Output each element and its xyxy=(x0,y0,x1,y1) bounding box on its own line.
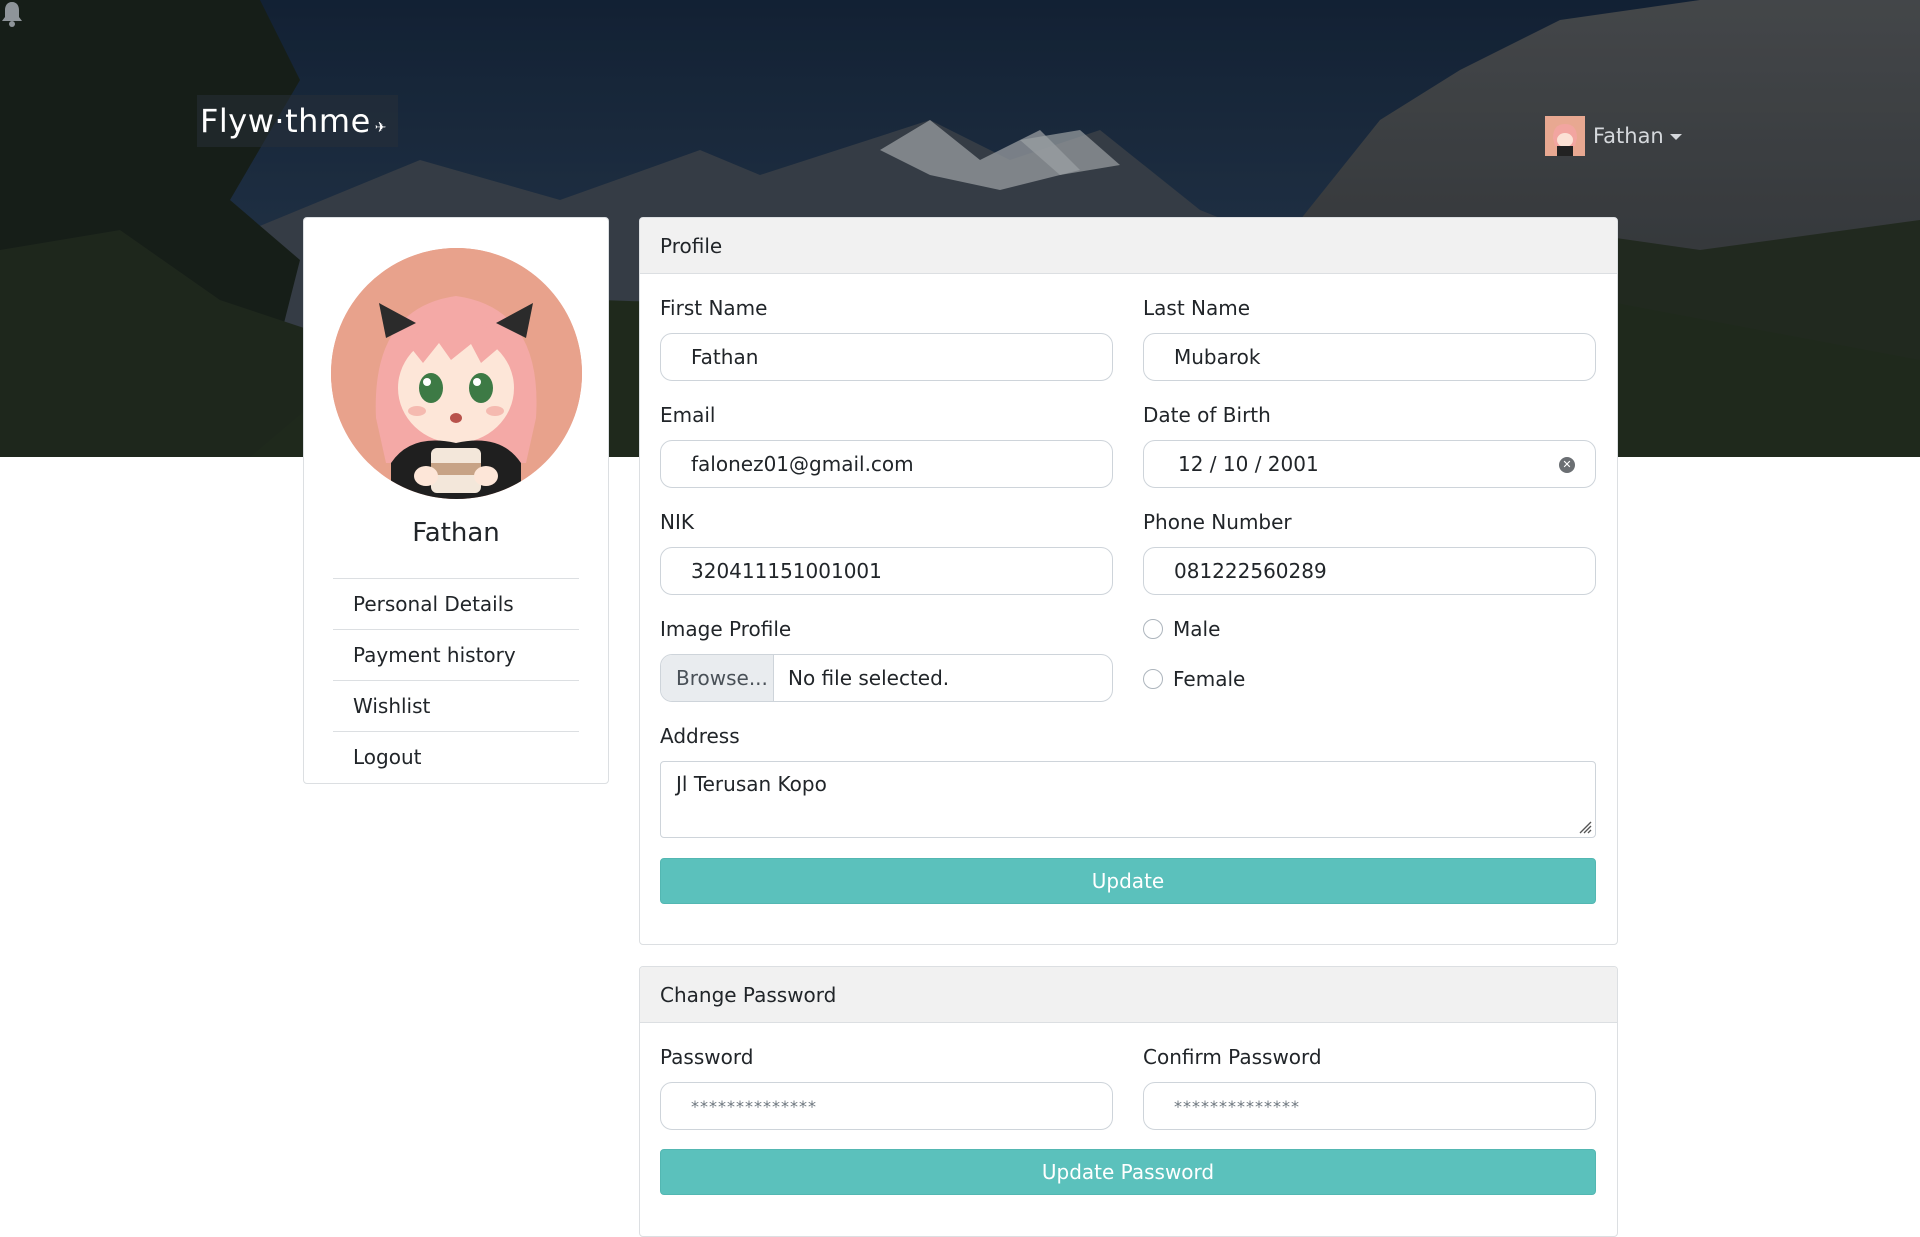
confirm-password-input[interactable]: ************** xyxy=(1143,1082,1596,1130)
phone-input[interactable]: 081222560289 xyxy=(1143,547,1596,595)
resize-grip-icon[interactable] xyxy=(1578,820,1592,834)
male-radio[interactable] xyxy=(1143,619,1163,639)
profile-panel: Profile First Name Fathan Last Name Muba… xyxy=(639,217,1618,945)
female-radio[interactable] xyxy=(1143,669,1163,689)
image-profile-file-input[interactable]: Browse... No file selected. xyxy=(660,654,1113,702)
user-name: Fathan xyxy=(1593,124,1664,148)
brand-logo-text: Flyw·thme xyxy=(200,102,371,140)
dob-input[interactable]: 12 / 10 / 2001 ✕ xyxy=(1143,440,1596,488)
female-label: Female xyxy=(1173,667,1246,691)
plane-icon: ✈ xyxy=(374,120,387,136)
image-profile-label: Image Profile xyxy=(660,617,792,641)
male-label: Male xyxy=(1173,617,1221,641)
first-name-label: First Name xyxy=(660,296,768,320)
nik-label: NIK xyxy=(660,510,694,534)
user-menu-dropdown[interactable]: Fathan xyxy=(1545,116,1682,156)
gender-female-option[interactable]: Female xyxy=(1143,667,1245,691)
sidebar-item-logout[interactable]: Logout xyxy=(333,731,579,782)
browse-button[interactable]: Browse... xyxy=(661,655,774,701)
sidebar-item-personal-details[interactable]: Personal Details xyxy=(333,578,579,629)
email-input[interactable]: falonez01@gmail.com xyxy=(660,440,1113,488)
notification-bell-icon[interactable] xyxy=(0,0,24,28)
nik-input[interactable]: 320411151001001 xyxy=(660,547,1113,595)
brand-logo[interactable]: Flyw·thme ✈ xyxy=(197,95,398,147)
profile-display-name: Fathan xyxy=(412,518,500,548)
file-status-text: No file selected. xyxy=(788,666,950,690)
address-textarea[interactable]: Jl Terusan Kopo xyxy=(660,761,1596,838)
gender-male-option[interactable]: Male xyxy=(1143,617,1220,641)
profile-sidebar-card: Fathan Personal Details Payment history … xyxy=(303,217,609,784)
change-password-title: Change Password xyxy=(640,967,1617,1023)
last-name-label: Last Name xyxy=(1143,296,1251,320)
address-value: Jl Terusan Kopo xyxy=(676,772,827,796)
sidebar-item-payment-history[interactable]: Payment history xyxy=(333,629,579,680)
email-label: Email xyxy=(660,403,716,427)
change-password-panel: Change Password Password ************** … xyxy=(639,966,1618,1237)
sidebar-item-wishlist[interactable]: Wishlist xyxy=(333,680,579,731)
user-avatar xyxy=(1545,116,1585,156)
sidebar-nav: Personal Details Payment history Wishlis… xyxy=(333,578,579,782)
profile-avatar xyxy=(331,248,582,499)
confirm-password-label: Confirm Password xyxy=(1143,1045,1322,1069)
password-label: Password xyxy=(660,1045,754,1069)
clear-date-icon[interactable]: ✕ xyxy=(1559,457,1575,473)
password-input[interactable]: ************** xyxy=(660,1082,1113,1130)
dob-label: Date of Birth xyxy=(1143,403,1271,427)
update-password-button[interactable]: Update Password xyxy=(660,1149,1596,1195)
phone-label: Phone Number xyxy=(1143,510,1292,534)
caret-down-icon xyxy=(1669,134,1682,140)
update-profile-button[interactable]: Update xyxy=(660,858,1596,904)
first-name-input[interactable]: Fathan xyxy=(660,333,1113,381)
last-name-input[interactable]: Mubarok xyxy=(1143,333,1596,381)
address-label: Address xyxy=(660,724,740,748)
dob-value: 12 / 10 / 2001 xyxy=(1178,452,1319,476)
profile-panel-title: Profile xyxy=(640,218,1617,274)
